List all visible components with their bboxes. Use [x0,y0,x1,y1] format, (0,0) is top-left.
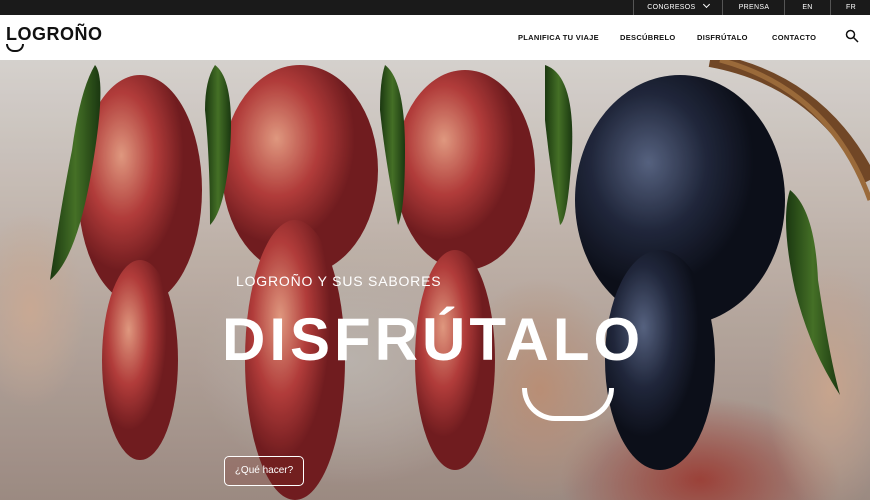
hero-subtitle: LOGROÑO Y SUS SABORES [236,273,442,289]
nav-disfrutalo[interactable]: DISFRÚTALO [697,33,748,42]
que-hacer-button[interactable]: ¿Qué hacer? [224,456,304,486]
lang-en-link[interactable]: EN [784,0,830,15]
site-logo[interactable]: LOGROÑO [6,24,103,52]
search-icon[interactable] [845,29,859,43]
top-utility-bar: CONGRESOS PRENSA EN FR [0,0,870,15]
nav-planifica[interactable]: PLANIFICA TU VIAJE [518,33,599,42]
chevron-down-icon [702,0,710,9]
hero-banner: LOGROÑO Y SUS SABORES DISFRÚTALO ¿Qué ha… [0,60,870,500]
nav-descubrelo[interactable]: DESCÚBRELO [620,33,676,42]
nav-contacto[interactable]: CONTACTO [772,33,816,42]
congresos-label: CONGRESOS [647,4,696,11]
hero-title: DISFRÚTALO [222,306,645,373]
congresos-dropdown[interactable]: CONGRESOS [633,0,722,15]
prensa-link[interactable]: PRENSA [722,0,785,15]
logo-smile-icon [6,44,24,52]
logo-text: LOGROÑO [6,24,103,44]
lang-fr-link[interactable]: FR [830,0,870,15]
site-header: LOGROÑO PLANIFICA TU VIAJE DESCÚBRELO DI… [0,15,870,61]
